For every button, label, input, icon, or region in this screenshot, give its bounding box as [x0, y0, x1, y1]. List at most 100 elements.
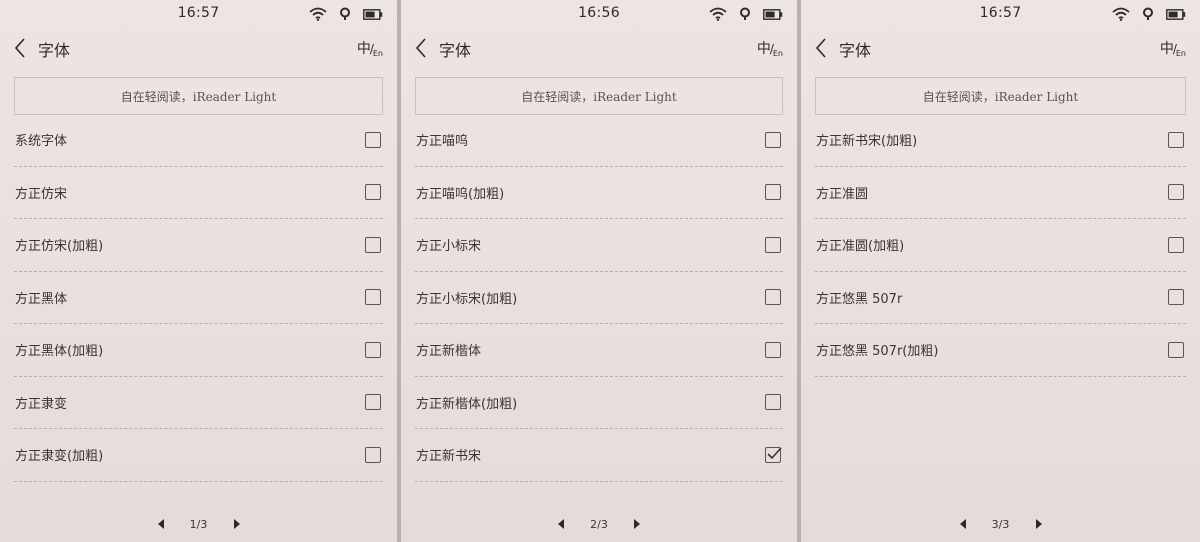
back-button[interactable]: [413, 36, 429, 60]
font-option-label: 方正准圆: [816, 186, 869, 202]
font-option-row[interactable]: 系统字体: [14, 114, 383, 167]
prev-page-button[interactable]: [146, 514, 176, 534]
font-option-label: 方正黑体(加粗): [15, 344, 104, 360]
font-settings-screen: 16:57: [0, 0, 397, 542]
prev-page-icon: [157, 519, 164, 529]
next-page-button[interactable]: [222, 514, 252, 534]
wifi-icon: [1112, 7, 1130, 21]
back-button[interactable]: [813, 36, 829, 60]
font-option-checkbox[interactable]: [1168, 184, 1184, 201]
status-icons: [709, 7, 783, 21]
pager: 2/3: [401, 514, 797, 534]
pager: 1/3: [0, 514, 397, 534]
font-option-label: 方正隶变(加粗): [15, 449, 104, 465]
font-option-row[interactable]: 方正黑体(加粗): [14, 324, 383, 377]
font-option-checkbox[interactable]: [765, 341, 781, 358]
font-option-row[interactable]: 方正准圆: [815, 167, 1186, 219]
page-title: 字体: [38, 41, 71, 60]
font-option-row[interactable]: 方正仿宋: [14, 167, 383, 219]
font-preview-text: 自在轻阅读，iReader Light: [521, 89, 677, 104]
font-list: 方正新书宋(加粗) 方正准圆 方正准圆(加粗) 方正悠黑 507r 方正悠黑 5…: [815, 114, 1186, 377]
wifi-icon: [309, 7, 327, 21]
location-icon: [1143, 7, 1153, 20]
font-option-checkbox[interactable]: [365, 446, 381, 463]
font-settings-screen: 16:57: [801, 0, 1200, 542]
page-title: 字体: [439, 41, 472, 60]
font-option-checkbox[interactable]: [765, 184, 781, 201]
font-option-label: 方正仿宋(加粗): [15, 239, 104, 255]
status-icons: [309, 7, 383, 21]
lang-zh-label: 中: [1159, 41, 1174, 57]
page-indicator: 2/3: [590, 517, 608, 531]
font-option-row[interactable]: 方正喵呜: [415, 114, 783, 167]
font-option-checkbox[interactable]: [365, 289, 381, 306]
back-button[interactable]: [12, 36, 28, 60]
prev-page-icon: [558, 519, 564, 529]
font-option-checkbox[interactable]: [365, 131, 381, 148]
font-option-checkbox[interactable]: [1168, 131, 1184, 148]
font-option-label: 方正准圆(加粗): [816, 239, 905, 255]
font-option-row[interactable]: 方正隶变(加粗): [14, 429, 383, 482]
font-option-checkbox[interactable]: [765, 394, 781, 411]
font-preview-box: 自在轻阅读，iReader Light: [14, 77, 383, 115]
font-option-label: 方正悠黑 507r(加粗): [816, 344, 939, 360]
header: 字体 中/En: [0, 32, 397, 64]
font-option-row[interactable]: 方正喵呜(加粗): [415, 167, 783, 219]
next-page-icon: [233, 519, 240, 529]
lang-en-label: En: [372, 49, 383, 58]
font-option-row[interactable]: 方正新书宋: [415, 429, 783, 482]
next-page-button[interactable]: [1024, 514, 1054, 534]
font-option-row[interactable]: 方正新楷体: [415, 324, 783, 377]
font-option-row[interactable]: 方正悠黑 507r: [815, 272, 1186, 324]
status-bar: 16:57: [801, 0, 1200, 28]
font-option-checkbox[interactable]: [365, 394, 381, 411]
font-option-row[interactable]: 方正准圆(加粗): [815, 219, 1186, 272]
font-option-label: 方正悠黑 507r: [816, 291, 903, 307]
font-option-row[interactable]: 方正黑体: [14, 272, 383, 324]
font-option-row[interactable]: 方正仿宋(加粗): [14, 219, 383, 272]
checkmark-icon: [767, 447, 782, 459]
font-option-label: 方正小标宋(加粗): [416, 291, 518, 307]
battery-icon: [363, 8, 383, 20]
font-option-label: 方正新书宋: [416, 449, 482, 465]
font-option-row[interactable]: 方正小标宋(加粗): [415, 272, 783, 324]
next-page-icon: [634, 519, 640, 529]
language-toggle[interactable]: 中/En: [757, 38, 783, 58]
header: 字体 中/En: [801, 32, 1200, 64]
font-option-checkbox[interactable]: [1168, 236, 1184, 253]
font-option-checkbox[interactable]: [765, 289, 781, 306]
font-option-label: 方正新书宋(加粗): [816, 134, 918, 150]
lang-zh-label: 中: [356, 41, 371, 57]
font-settings-screen: 16:56 字体 中/En 自在轻阅读，iReader Light 方正喵呜 方…: [401, 0, 797, 542]
language-toggle[interactable]: 中/En: [1160, 38, 1186, 58]
next-page-button[interactable]: [622, 514, 652, 534]
font-option-checkbox[interactable]: [365, 184, 381, 201]
font-option-row[interactable]: 方正隶变: [14, 377, 383, 429]
font-option-row[interactable]: 方正新书宋(加粗): [815, 114, 1186, 167]
font-option-checkbox[interactable]: [1168, 341, 1184, 358]
pager: 3/3: [801, 514, 1200, 534]
font-option-row[interactable]: 方正新楷体(加粗): [415, 377, 783, 429]
lang-en-label: En: [1175, 49, 1186, 58]
font-option-checkbox[interactable]: [365, 341, 381, 358]
page-indicator: 1/3: [189, 517, 208, 531]
language-toggle[interactable]: 中/En: [357, 38, 383, 58]
font-preview-box: 自在轻阅读，iReader Light: [815, 77, 1186, 115]
lang-zh-label: 中: [756, 41, 771, 57]
font-option-checkbox[interactable]: [765, 236, 781, 253]
font-option-row[interactable]: 方正小标宋: [415, 219, 783, 272]
lang-en-label: En: [772, 49, 783, 58]
font-option-label: 方正黑体: [15, 291, 68, 307]
prev-page-button[interactable]: [948, 514, 978, 534]
font-option-checkbox[interactable]: [365, 236, 381, 253]
font-option-label: 系统字体: [15, 134, 68, 150]
font-option-checkbox[interactable]: [1168, 289, 1184, 306]
location-icon: [740, 7, 750, 20]
font-option-row[interactable]: 方正悠黑 507r(加粗): [815, 324, 1186, 377]
status-bar: 16:57: [0, 0, 397, 28]
battery-icon: [763, 8, 783, 20]
prev-page-button[interactable]: [546, 514, 576, 534]
font-option-checkbox[interactable]: [765, 446, 782, 463]
header: 字体 中/En: [401, 32, 797, 64]
font-option-checkbox[interactable]: [765, 131, 781, 148]
